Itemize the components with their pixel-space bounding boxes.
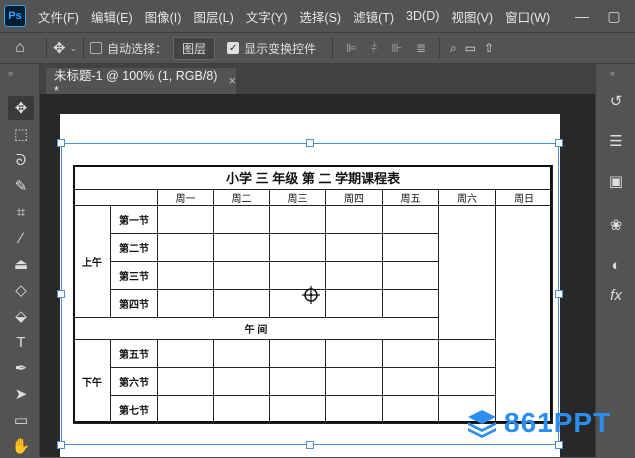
menu-file[interactable]: 文件(F) — [32, 7, 85, 26]
path-select-icon[interactable]: ➤ — [8, 382, 34, 406]
canvas-content: 小学 三 年级 第 二 学期课程表 周一 周二 周三 周四 周五 周六 周日 上… — [40, 94, 595, 457]
align-left-icon[interactable]: ⊫ — [346, 41, 356, 55]
document-tab-title: 未标题-1 @ 100% (1, RGB/8) * — [54, 68, 218, 98]
hand-tool-icon[interactable]: ✋ — [8, 434, 34, 458]
transform-handle[interactable] — [57, 139, 65, 147]
auto-select-checkbox[interactable] — [90, 42, 103, 54]
share-icon[interactable]: ⇧ — [484, 41, 494, 55]
paint-bucket-icon[interactable]: ⬙ — [8, 304, 34, 328]
menu-type[interactable]: 文字(Y) — [240, 7, 294, 26]
auto-select-label: 自动选择： — [107, 41, 168, 56]
document-tab-bar: 未标题-1 @ 100% (1, RGB/8) * × — [40, 64, 595, 98]
menu-select[interactable]: 选择(S) — [293, 7, 347, 26]
minimize-icon[interactable]: — — [569, 0, 595, 32]
transform-handle[interactable] — [57, 441, 65, 449]
photoshop-logo: Ps — [4, 5, 26, 27]
transform-handle[interactable] — [57, 290, 65, 298]
align-top-icon[interactable]: ≣ — [416, 41, 426, 55]
move-tool-icon[interactable]: ✥ — [8, 96, 34, 120]
show-transform-label: 显示变换控件 — [244, 41, 317, 56]
chevron-down-icon[interactable]: ⌄ — [70, 43, 78, 54]
crop-tool-icon[interactable]: ⌗ — [8, 200, 34, 224]
watermark-text: 861PPT — [504, 407, 612, 438]
workspace-icon[interactable]: ▭ — [465, 41, 476, 55]
restore-icon[interactable]: ▢ — [601, 0, 627, 32]
transform-handle[interactable] — [555, 290, 563, 298]
menu-bar: Ps 文件(F) 编辑(E) 图像(I) 图层(L) 文字(Y) 选择(S) 滤… — [0, 0, 635, 32]
collapse-icon[interactable]: « — [610, 68, 615, 78]
menu-edit[interactable]: 编辑(E) — [85, 7, 139, 26]
transform-handle[interactable] — [555, 139, 563, 147]
move-tool-icon[interactable]: ✥ — [53, 39, 66, 57]
stamp-tool-icon[interactable]: ⏏ — [8, 252, 34, 276]
properties-icon[interactable]: ☰ — [601, 126, 631, 156]
align-right-icon[interactable]: ⊪ — [392, 41, 402, 55]
type-tool-icon[interactable]: T — [8, 330, 34, 354]
watermark: 861PPT — [466, 407, 611, 439]
options-bar: ⌂ ✥ ⌄ 自动选择： 图层 ✓ 显示变换控件 ⊫ ⫩ ⊪ ≣ ⌕ ▭ ⇧ — [0, 32, 635, 64]
transform-handle[interactable] — [555, 441, 563, 449]
watermark-logo-icon — [468, 410, 496, 438]
menu-3d[interactable]: 3D(D) — [400, 9, 445, 23]
right-panel-dock: « ↺ ☰ ▣ ❀ ◐ fx — [595, 64, 635, 457]
channels-icon[interactable]: ❀ — [601, 210, 631, 240]
close-icon[interactable]: × — [229, 74, 236, 88]
search-icon[interactable]: ⌕ — [450, 41, 457, 56]
rectangle-tool-icon[interactable]: ▭ — [8, 408, 34, 432]
align-center-icon[interactable]: ⫩ — [371, 41, 378, 56]
menu-layer[interactable]: 图层(L) — [187, 7, 239, 26]
brush-tool-icon[interactable]: ∕ — [8, 226, 34, 250]
lasso-tool-icon[interactable]: ᘐ — [8, 148, 34, 172]
menu-filter[interactable]: 滤镜(T) — [347, 7, 400, 26]
menu-view[interactable]: 视图(V) — [445, 7, 499, 26]
history-icon[interactable]: ↺ — [601, 86, 631, 116]
toolbox: » ✥ ⬚ ᘐ ✎ ⌗ ∕ ⏏ ◇ ⬙ T ✒ ➤ ▭ ✋ — [0, 64, 40, 457]
expand-icon[interactable]: » — [8, 68, 13, 78]
marquee-tool-icon[interactable]: ⬚ — [8, 122, 34, 146]
quick-select-icon[interactable]: ✎ — [8, 174, 34, 198]
adjustments-icon[interactable]: ◐ — [601, 250, 631, 280]
transform-handle[interactable] — [306, 139, 314, 147]
transform-handle[interactable] — [306, 441, 314, 449]
menu-window[interactable]: 窗口(W) — [499, 7, 556, 26]
document-tab[interactable]: 未标题-1 @ 100% (1, RGB/8) * × — [46, 68, 236, 98]
libraries-icon[interactable]: ▣ — [601, 166, 631, 196]
pen-tool-icon[interactable]: ✒ — [8, 356, 34, 380]
menu-image[interactable]: 图像(I) — [139, 7, 188, 26]
auto-select-dropdown[interactable]: 图层 — [173, 36, 216, 60]
home-icon[interactable]: ⌂ — [0, 39, 40, 57]
reference-point-icon[interactable] — [302, 286, 320, 304]
eraser-tool-icon[interactable]: ◇ — [8, 278, 34, 302]
fx-icon[interactable]: fx — [601, 280, 631, 310]
show-transform-checkbox[interactable]: ✓ — [227, 42, 240, 54]
